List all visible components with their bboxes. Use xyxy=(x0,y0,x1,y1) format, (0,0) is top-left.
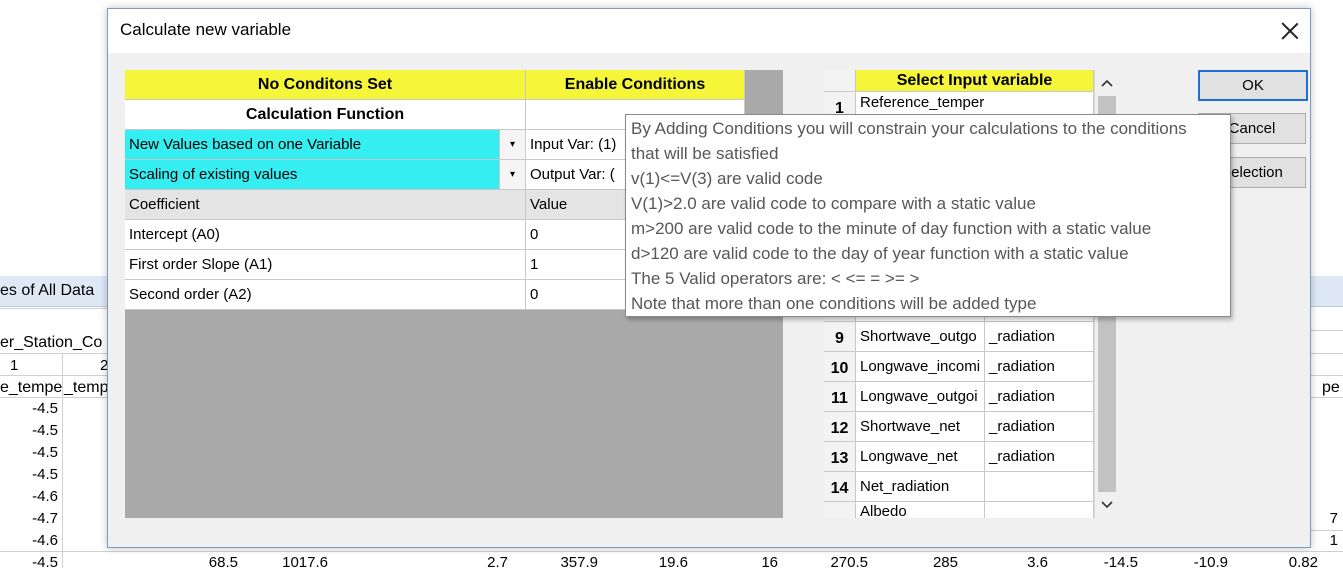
bg-gridline xyxy=(1310,353,1343,354)
close-icon[interactable] xyxy=(1276,17,1304,45)
variable-list-item-suffix[interactable]: _radiation xyxy=(985,352,1094,382)
variable-list-item[interactable]: Shortwave_net xyxy=(856,412,985,442)
ok-button[interactable]: OK xyxy=(1198,70,1308,101)
variable-list-item-suffix[interactable]: _radiation xyxy=(985,382,1094,412)
variable-list-item-suffix[interactable] xyxy=(985,472,1094,502)
row-number xyxy=(824,502,856,518)
coefficient-header: Coefficient xyxy=(125,190,526,220)
bg-gridline xyxy=(0,397,108,398)
bg-cell: -4.6 xyxy=(32,488,58,505)
variable-list-item-suffix[interactable]: _radiation xyxy=(985,322,1094,352)
coefficient-name: First order Slope (A1) xyxy=(125,250,526,280)
bg-cell: -4.5 xyxy=(32,400,58,417)
variable-list-item-suffix[interactable]: _radiation xyxy=(985,412,1094,442)
coefficient-name: Second order (A2) xyxy=(125,280,526,310)
bg-cell: 270.5 xyxy=(830,554,868,571)
bg-cell: 1017.6 xyxy=(282,554,328,571)
bg-cell: 68.5 xyxy=(208,554,238,571)
variable-list-item-suffix[interactable]: _radiation xyxy=(985,442,1094,472)
variable-name: Reference_temper xyxy=(860,94,985,111)
scroll-up-icon[interactable] xyxy=(1100,78,1114,88)
bg-gridline xyxy=(1310,530,1343,531)
bg-cell: 2.7 xyxy=(487,554,508,571)
row-number: 12 xyxy=(824,412,856,442)
variable-list-item[interactable]: Albedo xyxy=(856,502,985,518)
bg-cell: 16 xyxy=(761,554,778,571)
variable-list-item[interactable]: Shortwave_outgo xyxy=(856,322,985,352)
tooltip-line: v(1)<=V(3) are valid code xyxy=(631,169,823,188)
bg-cell: 357.9 xyxy=(560,554,598,571)
variable-mode-value: New Values based on one Variable xyxy=(129,136,362,153)
function-type-value: Scaling of existing values xyxy=(129,166,298,183)
bg-gridline xyxy=(1310,330,1343,331)
conditions-tooltip: By Adding Conditions you will constrain … xyxy=(625,114,1231,317)
bg-cell: -4.5 xyxy=(32,444,58,461)
scroll-down-icon[interactable] xyxy=(1100,500,1114,510)
tooltip-line: V(1)>2.0 are valid code to compare with … xyxy=(631,194,1036,213)
bg-cell: -4.5 xyxy=(32,466,58,483)
bg-cell: -10.9 xyxy=(1193,554,1228,571)
chevron-down-icon[interactable]: ▾ xyxy=(499,130,525,159)
no-conditions-header[interactable]: No Conditons Set xyxy=(125,70,526,100)
dialog-titlebar[interactable]: Calculate new variable xyxy=(108,9,1310,53)
variable-list-item[interactable]: Longwave_outgoi xyxy=(856,382,985,412)
grid-corner xyxy=(824,70,856,92)
bg-header-var: e_tempe xyxy=(0,379,63,396)
bg-cell: 1 xyxy=(1329,532,1338,549)
enable-conditions-header[interactable]: Enable Conditions xyxy=(526,70,745,100)
bg-cell: 3.6 xyxy=(1027,554,1048,571)
bg-cell: 285 xyxy=(932,554,958,571)
tooltip-line: d>120 are valid code to the day of year … xyxy=(631,244,1129,263)
background-tab-title: es of All Data xyxy=(0,282,95,299)
variable-list-item[interactable]: Net_radiation xyxy=(856,472,985,502)
background-tab[interactable]: es of All Data xyxy=(0,276,108,307)
bg-cell: 19.6 xyxy=(658,554,688,571)
bg-cell: -4.6 xyxy=(32,532,58,549)
tooltip-line: m>200 are valid code to the minute of da… xyxy=(631,219,1152,238)
tooltip-line: that will be satisfied xyxy=(631,144,779,163)
bg-gridline xyxy=(0,308,108,309)
variable-list-item[interactable]: Longwave_incomi xyxy=(856,352,985,382)
tooltip-line: The 5 Valid operators are: < <= = >= > xyxy=(631,269,920,288)
dialog-title: Calculate new variable xyxy=(120,20,292,39)
calc-function-label: Calculation Function xyxy=(125,100,526,130)
bg-cell: -4.5 xyxy=(32,422,58,439)
row-number: 9 xyxy=(824,322,856,352)
variable-mode-dropdown[interactable]: New Values based on one Variable ▾ xyxy=(125,130,526,160)
row-number: 10 xyxy=(824,352,856,382)
row-number: 13 xyxy=(824,442,856,472)
bg-gridline xyxy=(0,375,108,376)
coefficient-name: Intercept (A0) xyxy=(125,220,526,250)
row-number: 11 xyxy=(824,382,856,412)
chevron-down-icon[interactable]: ▾ xyxy=(499,160,525,189)
tooltip-line: Note that more than one conditions will … xyxy=(631,294,1037,313)
tooltip-line: By Adding Conditions you will constrain … xyxy=(631,119,1187,138)
variable-list-item-suffix[interactable] xyxy=(985,502,1094,518)
function-type-dropdown[interactable]: Scaling of existing values ▾ xyxy=(125,160,526,190)
bg-cell: -4.5 xyxy=(32,554,58,571)
bg-header-var2: _temp xyxy=(64,379,109,396)
bg-cell: 0.82 xyxy=(1288,554,1318,571)
select-input-variable-header: Select Input variable xyxy=(856,70,1094,92)
bg-cell: 7 xyxy=(1329,510,1338,527)
bg-gridline xyxy=(0,551,1343,552)
bg-header-name: er_Station_Co xyxy=(0,334,103,351)
row-number: 14 xyxy=(824,472,856,502)
bg-gridline xyxy=(1310,397,1343,398)
bg-cell: -14.5 xyxy=(1103,554,1138,571)
bg-gridline xyxy=(62,353,63,568)
background-tab-strip xyxy=(1310,276,1343,307)
bg-cell: -4.7 xyxy=(32,510,58,527)
bg-gridline xyxy=(0,353,108,354)
bg-header-var-right: pe xyxy=(1322,379,1340,396)
variable-list-item[interactable]: Longwave_net xyxy=(856,442,985,472)
bg-header-index-1: 1 xyxy=(10,357,19,374)
bg-gridline xyxy=(1310,375,1343,376)
